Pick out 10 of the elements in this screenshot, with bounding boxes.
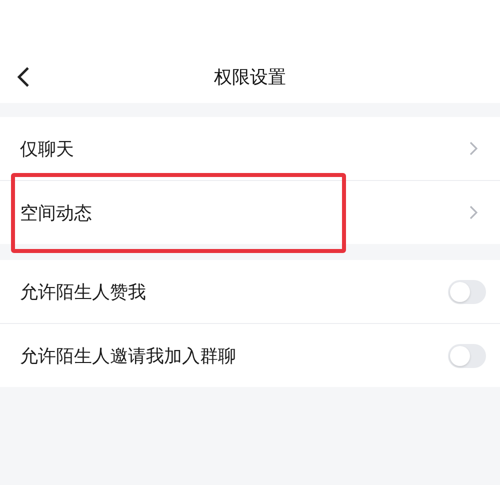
row-label: 仅聊天 [20, 138, 74, 160]
back-icon[interactable] [16, 66, 30, 88]
row-label: 允许陌生人邀请我加入群聊 [20, 344, 236, 368]
toggle-switch[interactable] [448, 344, 486, 368]
row-label: 允许陌生人赞我 [20, 280, 146, 304]
row-label: 空间动态 [20, 202, 92, 224]
page-title: 权限设置 [214, 66, 286, 88]
chevron-right-icon [469, 205, 478, 220]
toggle-switch[interactable] [448, 280, 486, 304]
chevron-right-icon [469, 141, 478, 156]
